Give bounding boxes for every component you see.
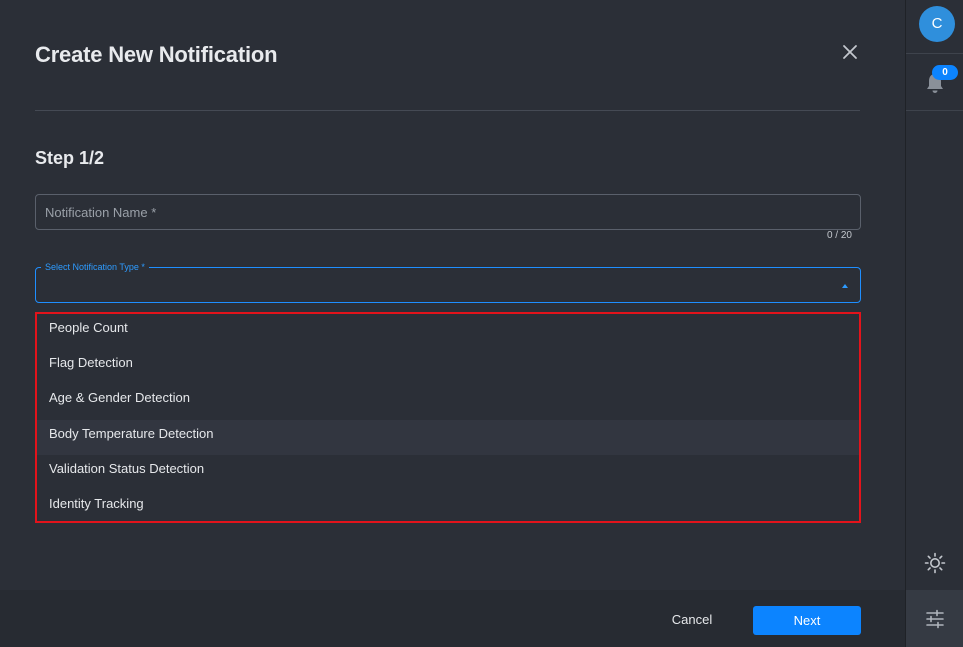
sliders-icon [926,609,944,629]
dialog-title: Create New Notification [35,42,278,67]
next-button[interactable]: Next [753,606,861,635]
cancel-button[interactable]: Cancel [660,605,724,633]
notification-type-dropdown: People Count Flag Detection Age & Gender… [35,312,861,523]
header-divider [35,110,860,111]
right-rail: C 0 [905,0,963,647]
settings-button[interactable] [906,590,963,647]
dropdown-item-identity-tracking[interactable]: Identity Tracking [37,490,859,521]
sun-icon[interactable] [924,552,946,574]
notification-type-select[interactable]: Select Notification Type * [35,262,861,303]
create-notification-dialog: Create New Notification Step 1/2 0 / 20 … [0,0,905,647]
dropdown-item-flag-detection[interactable]: Flag Detection [37,349,859,384]
step-indicator: Step 1/2 [35,148,105,168]
dropdown-item-validation-status-detection[interactable]: Validation Status Detection [37,455,859,490]
avatar[interactable]: C [919,6,955,42]
chevron-up-icon [842,284,848,288]
dropdown-item-people-count[interactable]: People Count [37,314,859,349]
close-button[interactable] [840,42,860,62]
notification-count-badge: 0 [932,65,958,80]
dropdown-item-age-gender-detection[interactable]: Age & Gender Detection [37,384,859,419]
dialog-footer: Cancel Next [0,590,905,647]
close-icon [843,45,857,59]
name-char-counter: 0 / 20 [826,230,852,241]
rail-divider [906,53,963,54]
notification-name-field[interactable] [35,194,861,230]
notification-name-input[interactable] [36,195,860,229]
dropdown-item-body-temperature-detection[interactable]: Body Temperature Detection [37,419,859,455]
rail-divider [906,110,963,111]
notification-type-label: Select Notification Type * [41,262,149,273]
